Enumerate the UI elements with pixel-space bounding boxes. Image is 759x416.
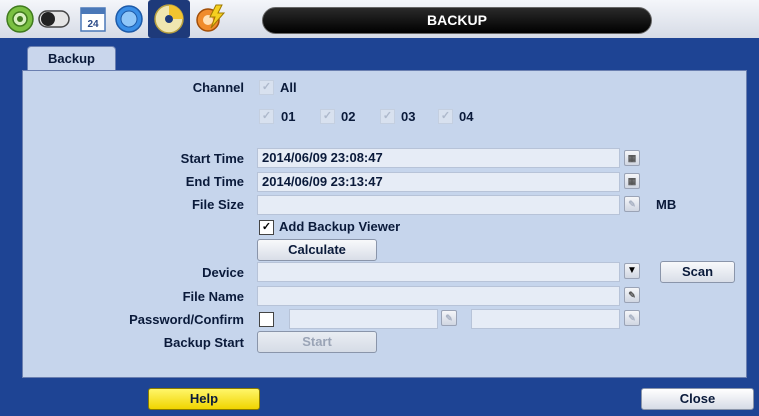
- tab-backup[interactable]: Backup: [27, 46, 116, 71]
- channel-all-label: All: [280, 80, 297, 95]
- scan-button[interactable]: Scan: [660, 261, 735, 283]
- channel-02-checkbox[interactable]: ✓: [320, 109, 335, 124]
- start-time-label: Start Time: [180, 151, 244, 166]
- device-dropdown-chevron-down-icon[interactable]: ▼: [624, 263, 640, 279]
- channel-03-label: 03: [401, 109, 416, 124]
- top-toolbar: 24 BACKUP: [0, 0, 759, 38]
- start-backup-button[interactable]: Start: [257, 331, 377, 353]
- channel-04-checkbox[interactable]: ✓: [438, 109, 453, 124]
- add-backup-viewer-checkbox[interactable]: ✓: [259, 220, 274, 235]
- event-gear-icon[interactable]: [194, 4, 226, 34]
- file-size-edit-icon: ✎: [624, 196, 640, 212]
- password-edit-icon: ✎: [441, 310, 457, 326]
- confirm-password-field: [471, 309, 620, 329]
- file-name-field[interactable]: [257, 286, 620, 306]
- channel-01-checkbox[interactable]: ✓: [259, 109, 274, 124]
- backup-start-label: Backup Start: [163, 335, 244, 350]
- file-size-label: File Size: [191, 197, 244, 212]
- start-time-calendar-icon[interactable]: ▦: [624, 150, 640, 166]
- svg-text:24: 24: [87, 19, 99, 30]
- record-toggle-icon[interactable]: [37, 4, 71, 34]
- channel-02-label: 02: [341, 109, 356, 124]
- close-button[interactable]: Close: [641, 388, 754, 410]
- file-size-field: [257, 195, 620, 215]
- device-label: Device: [202, 265, 244, 280]
- setup-gear-icon[interactable]: [5, 4, 35, 34]
- add-backup-viewer-label: Add Backup Viewer: [279, 219, 401, 234]
- file-name-edit-icon[interactable]: ✎: [624, 287, 640, 303]
- channel-03-checkbox[interactable]: ✓: [380, 109, 395, 124]
- channel-all-checkbox[interactable]: ✓: [259, 80, 274, 95]
- network-globe-icon[interactable]: [114, 4, 144, 34]
- device-select[interactable]: [257, 262, 620, 282]
- password-enable-checkbox[interactable]: [259, 312, 274, 327]
- channel-label: Channel: [192, 80, 244, 95]
- password-confirm-label: Password/Confirm: [129, 312, 244, 327]
- page-title: BACKUP: [262, 7, 652, 34]
- start-time-field[interactable]: 2014/06/09 23:08:47: [257, 148, 620, 168]
- channel-04-label: 04: [459, 109, 474, 124]
- help-button[interactable]: Help: [148, 388, 260, 410]
- calculate-button[interactable]: Calculate: [257, 239, 377, 261]
- channel-01-label: 01: [281, 109, 296, 124]
- file-size-unit: MB: [656, 197, 677, 212]
- end-time-calendar-icon[interactable]: ▦: [624, 173, 640, 189]
- end-time-field[interactable]: 2014/06/09 23:13:47: [257, 172, 620, 192]
- confirm-password-edit-icon: ✎: [624, 310, 640, 326]
- calendar-icon[interactable]: 24: [78, 4, 108, 34]
- file-name-label: File Name: [182, 289, 244, 304]
- end-time-label: End Time: [185, 174, 244, 189]
- backup-disc-icon[interactable]: [148, 0, 190, 38]
- password-field: [289, 309, 438, 329]
